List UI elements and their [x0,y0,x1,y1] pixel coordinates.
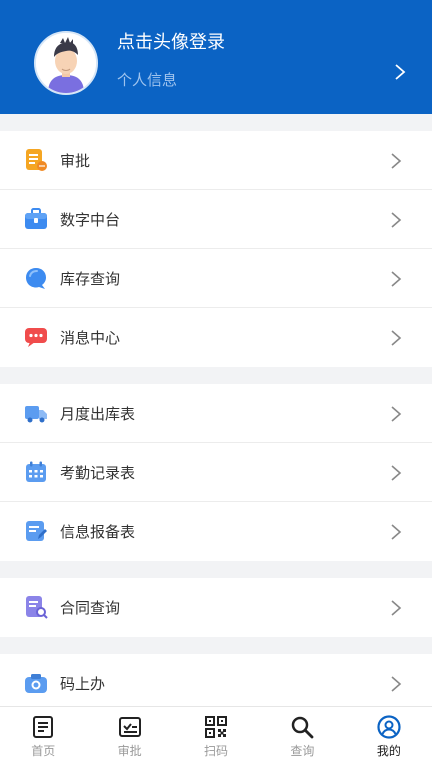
profile-header: 点击头像登录 个人信息 [0,0,432,114]
chevron-right-icon [391,676,402,692]
chevron-right-icon [391,330,402,346]
user-circle-icon [377,715,401,739]
chevron-right-icon[interactable] [393,62,407,82]
tab-query[interactable]: 查询 [259,707,345,769]
menu-group-2: 月度出库表 考勤记录表 信息报备表 [0,384,432,561]
menu-item-label: 审批 [60,152,91,170]
menu-item-label: 码上办 [60,675,106,693]
tab-label: 首页 [31,744,56,758]
login-prompt[interactable]: 点击头像登录 [117,28,225,54]
menu-group-3: 合同查询 [0,578,432,637]
tab-label: 扫码 [204,744,229,758]
calendar-icon [26,461,46,482]
briefcase-icon [25,208,47,229]
camera-icon [25,674,47,693]
menu-item-digital-platform[interactable]: 数字中台 [0,190,432,249]
check-list-icon [118,717,141,737]
chevron-right-icon [391,406,402,422]
tab-approval[interactable]: 审批 [86,707,172,769]
message-icon [25,328,47,347]
tab-label: 审批 [117,744,142,758]
chat-bubble-icon [26,268,46,289]
menu-group-1: 审批 数字中台 库存查询 消息中心 [0,131,432,367]
tab-label: 查询 [290,744,315,758]
menu-item-monthly-outbound[interactable]: 月度出库表 [0,384,432,443]
tab-label: 我的 [376,744,401,758]
menu-item-approval[interactable]: 审批 [0,131,432,190]
chevron-right-icon [391,153,402,169]
menu-item-label: 考勤记录表 [60,464,136,482]
tab-home[interactable]: 首页 [0,707,86,769]
search-icon [292,716,314,739]
menu-item-label: 月度出库表 [60,405,136,423]
contract-search-icon [26,596,48,619]
home-doc-icon [33,716,54,738]
bottom-tab-bar: 首页 审批 扫码 查询 我的 [0,706,432,769]
menu-item-inventory-query[interactable]: 库存查询 [0,249,432,308]
profile-info-link[interactable]: 个人信息 [117,69,177,90]
menu-item-info-report[interactable]: 信息报备表 [0,502,432,561]
menu-item-contract-query[interactable]: 合同查询 [0,578,432,637]
approval-doc-icon [26,149,47,171]
menu-item-attendance-record[interactable]: 考勤记录表 [0,443,432,502]
menu-item-label: 库存查询 [60,270,121,288]
chevron-right-icon [391,212,402,228]
menu-item-label: 数字中台 [60,211,121,229]
tab-mine[interactable]: 我的 [346,707,432,769]
menu-group-4: 码上办 [0,654,432,706]
avatar[interactable] [34,31,98,95]
chevron-right-icon [391,524,402,540]
menu-item-label: 合同查询 [60,599,121,617]
menu-item-label: 信息报备表 [60,523,136,541]
avatar-illustration-icon [36,33,96,93]
menu-item-code-service[interactable]: 码上办 [0,654,432,706]
tab-scan[interactable]: 扫码 [173,707,259,769]
menu-item-message-center[interactable]: 消息中心 [0,308,432,367]
chevron-right-icon [391,271,402,287]
truck-icon [25,406,47,423]
edit-form-icon [26,521,47,541]
menu-item-label: 消息中心 [60,329,121,347]
chevron-right-icon [391,600,402,616]
qr-code-icon [205,716,228,738]
chevron-right-icon [391,465,402,481]
